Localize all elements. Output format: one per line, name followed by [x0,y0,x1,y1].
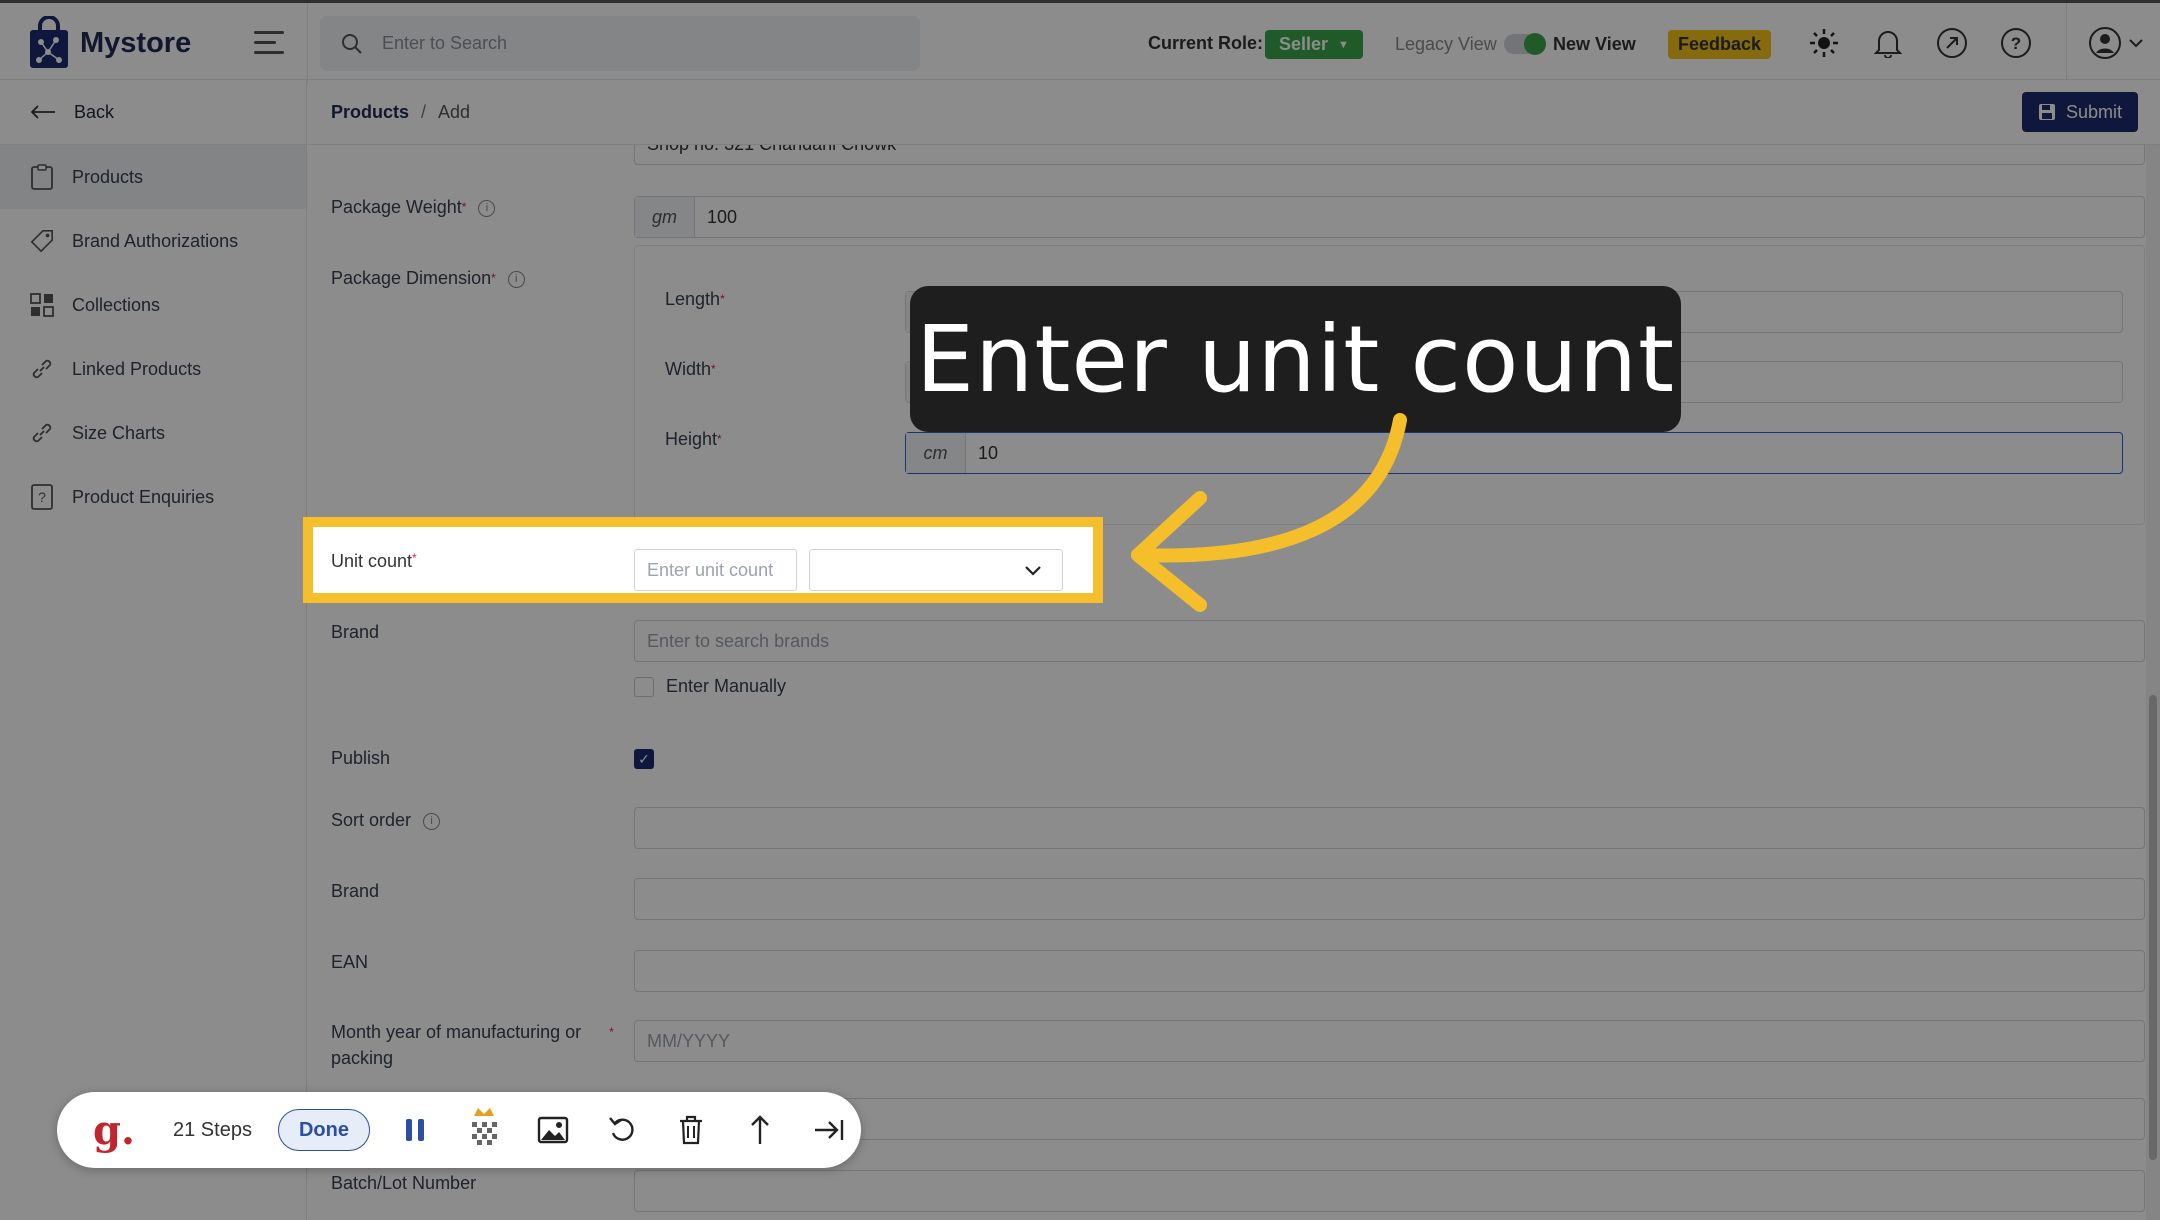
undo-icon[interactable] [598,1106,646,1154]
done-label: Done [298,1118,349,1141]
recorder-logo: g. [93,1106,135,1154]
image-icon[interactable] [529,1106,577,1154]
label-text: Unit count [331,551,413,571]
unit-count-highlight: Unit count* Enter unit count [303,517,1103,603]
unit-count-label: Unit count* [331,551,417,571]
pause-icon[interactable] [391,1106,439,1154]
blur-premium-icon[interactable] [460,1106,508,1154]
callout-text: Enter unit count [915,305,1676,413]
unit-count-select[interactable] [809,549,1063,591]
done-button[interactable]: Done [277,1109,370,1151]
skip-to-end-icon[interactable] [805,1106,853,1154]
chevron-down-icon [1025,565,1041,576]
steps-count: 21 Steps [173,1118,252,1141]
tutorial-dim-overlay [0,0,2160,1220]
callout-arrow-icon [1131,413,1407,612]
trash-icon[interactable] [667,1106,715,1154]
unit-count-input[interactable]: Enter unit count [634,549,797,591]
recorder-toolbar: g. 21 Steps Done [57,1092,861,1168]
move-up-icon[interactable] [736,1106,784,1154]
